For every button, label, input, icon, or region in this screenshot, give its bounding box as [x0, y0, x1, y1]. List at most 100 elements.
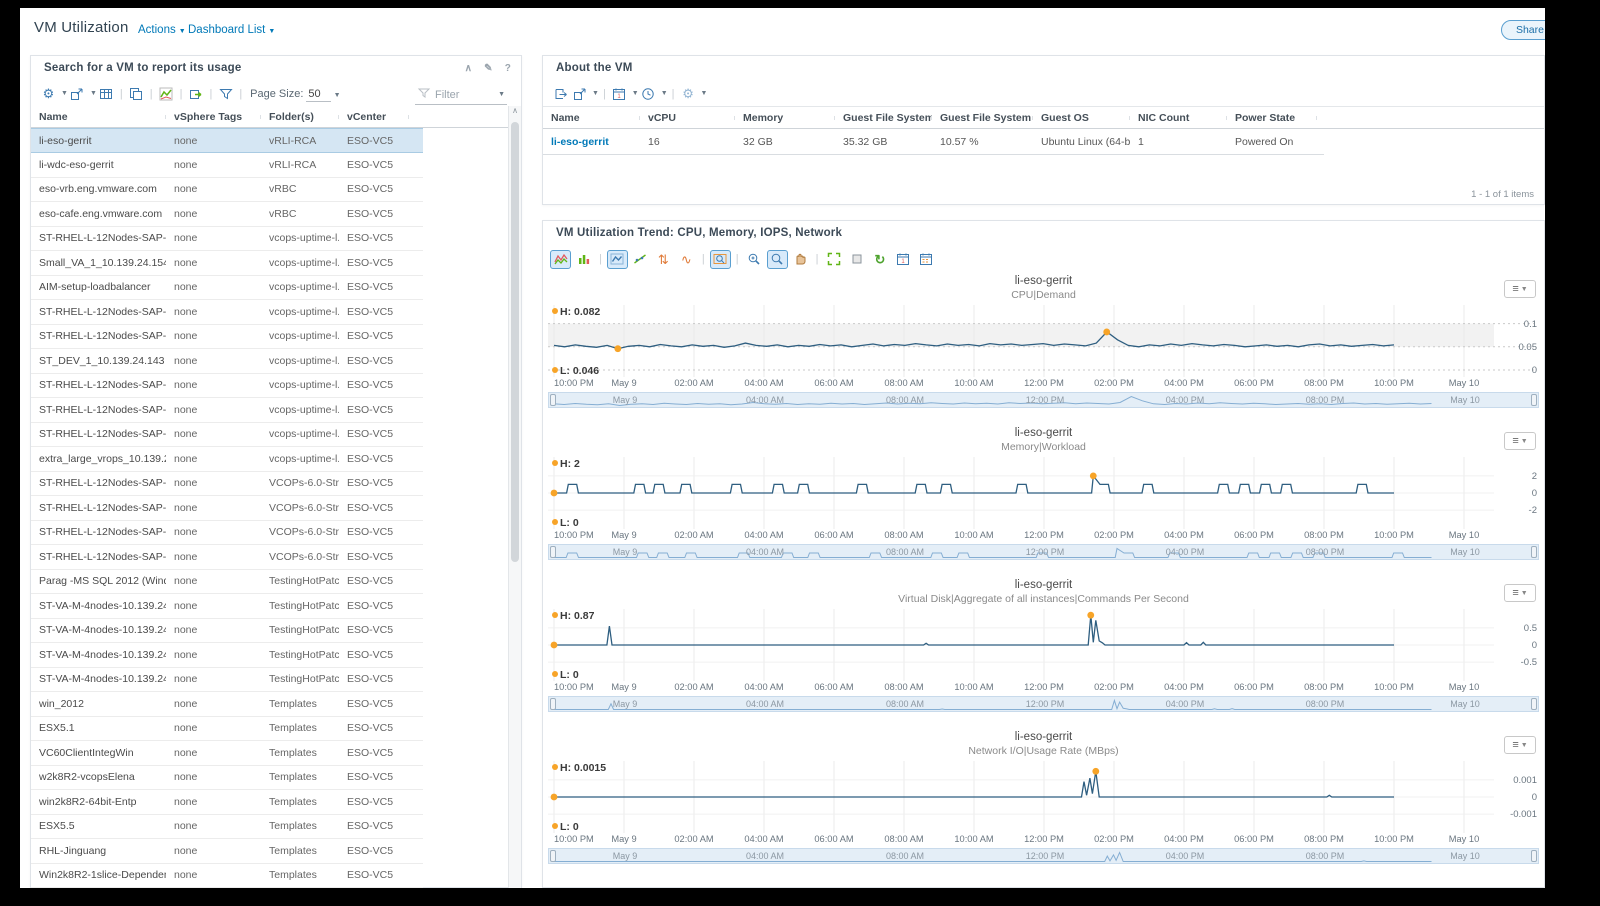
- scroll-up-icon[interactable]: ∧: [512, 106, 518, 115]
- about-column-header[interactable]: Guest File System Usage %: [932, 112, 1033, 124]
- overview-right-handle[interactable]: [1531, 850, 1537, 862]
- table-row[interactable]: Win2k8R2-1slice-Dependenc...noneTemplate…: [31, 864, 423, 889]
- table-row[interactable]: eso-cafe.eng.vmware.comnonevRBCESO-VC5: [31, 202, 423, 227]
- column-header-name[interactable]: Name: [31, 111, 166, 123]
- trend-line-icon[interactable]: [630, 250, 651, 269]
- table-row[interactable]: ST-RHEL-L-12Nodes-SAP-10...nonevcops-upt…: [31, 423, 423, 448]
- table-row[interactable]: ST-VA-M-4nodes-10.139.24...noneTestingHo…: [31, 668, 423, 693]
- table-row[interactable]: AIM-setup-loadbalancernonevcops-uptime-l…: [31, 276, 423, 301]
- filter-icon[interactable]: [217, 85, 234, 102]
- about-column-header[interactable]: Power State: [1227, 112, 1317, 124]
- actions-menu[interactable]: Actions▼: [138, 24, 186, 36]
- about-column-header[interactable]: Memory: [735, 112, 835, 124]
- table-row[interactable]: Small_VA_1_10.139.24.154nonevcops-uptime…: [31, 251, 423, 276]
- table-row[interactable]: ST-VA-M-4nodes-10.139.24...noneTestingHo…: [31, 619, 423, 644]
- chart-plot-area[interactable]: H: 0.0015L: 00.0010-0.001: [548, 761, 1539, 833]
- gear-icon[interactable]: ⚙: [40, 85, 57, 102]
- about-column-header[interactable]: Guest File System Capacity: [835, 112, 932, 124]
- table-row[interactable]: li-wdc-eso-gerritnonevRLI-RCAESO-VC5: [31, 153, 423, 178]
- anomaly-wave-icon[interactable]: ∿: [676, 250, 697, 269]
- overview-right-handle[interactable]: [1531, 546, 1537, 558]
- chart-plot-area[interactable]: H: 2L: 020-2: [548, 457, 1539, 529]
- table-row[interactable]: li-eso-gerritnonevRLI-RCAESO-VC5: [31, 128, 423, 153]
- gear-icon[interactable]: ⚙: [680, 85, 697, 102]
- chart-plot-area[interactable]: H: 0.082L: 0.0460.10.050: [548, 305, 1539, 377]
- table-row[interactable]: extra_large_vrops_10.139.2...nonevcops-u…: [31, 447, 423, 472]
- table-row[interactable]: ST-RHEL-L-12Nodes-SAP-10...noneVCOPs-6.0…: [31, 472, 423, 497]
- table-row[interactable]: ST-VA-M-4nodes-10.139.24...noneTestingHo…: [31, 643, 423, 668]
- overview-right-handle[interactable]: [1531, 394, 1537, 406]
- table-row[interactable]: eso-vrb.eng.vmware.comnonevRBCESO-VC5: [31, 178, 423, 203]
- calendar-icon[interactable]: 1: [611, 85, 628, 102]
- chart-overview-band[interactable]: May 904:00 AM08:00 AM12:00 PM04:00 PM08:…: [548, 392, 1539, 408]
- zoom-in-icon[interactable]: [744, 250, 765, 269]
- date-range-icon[interactable]: [915, 250, 936, 269]
- chart-overview-band[interactable]: May 904:00 AM08:00 AM12:00 PM04:00 PM08:…: [548, 544, 1539, 560]
- table-row[interactable]: ST-RHEL-L-12Nodes-SAP-10...noneVCOPs-6.0…: [31, 545, 423, 570]
- about-column-header[interactable]: vCPU: [640, 112, 735, 124]
- scrollbar-thumb[interactable]: [511, 122, 519, 562]
- pan-hand-icon[interactable]: [790, 250, 811, 269]
- column-header-vsphere-tags[interactable]: vSphere Tags: [166, 111, 261, 123]
- chart-overview-band[interactable]: May 904:00 AM08:00 AM12:00 PM04:00 PM08:…: [548, 696, 1539, 712]
- table-row[interactable]: win_2012noneTemplatesESO-VC5: [31, 692, 423, 717]
- table-row[interactable]: ST-RHEL-L-12Nodes-SAP-10...noneVCOPs-6.0…: [31, 496, 423, 521]
- zoom-region-icon[interactable]: [710, 250, 731, 269]
- table-row[interactable]: ESX5.1noneTemplatesESO-VC5: [31, 717, 423, 742]
- table-row[interactable]: w2k8R2-vcopsElenanoneTemplatesESO-VC5: [31, 766, 423, 791]
- table-row[interactable]: ST-RHEL-L-12Nodes-SAP-10...nonevcops-upt…: [31, 300, 423, 325]
- table-row[interactable]: ST-RHEL-L-12Nodes-SAP-10...nonevcops-upt…: [31, 325, 423, 350]
- chart-menu-button[interactable]: ≡▼: [1504, 584, 1536, 602]
- refresh-icon[interactable]: ↻: [869, 250, 890, 269]
- about-column-header[interactable]: Guest OS: [1033, 112, 1130, 124]
- column-header-vcenter[interactable]: vCenter: [339, 111, 409, 123]
- overview-right-handle[interactable]: [1531, 698, 1537, 710]
- about-column-header[interactable]: Name: [543, 112, 640, 124]
- collapse-icon[interactable]: ∧: [465, 63, 473, 74]
- overview-left-handle[interactable]: [550, 394, 556, 406]
- export-icon[interactable]: [552, 85, 569, 102]
- table-row[interactable]: ST-RHEL-L-12Nodes-SAP-10...nonevcops-upt…: [31, 398, 423, 423]
- chart-plot-area[interactable]: H: 0.87L: 00.50-0.5: [548, 609, 1539, 681]
- table-row[interactable]: ST-RHEL-L-12Nodes-SAP-10...nonevcops-upt…: [31, 374, 423, 399]
- chart-icon[interactable]: [158, 85, 175, 102]
- vertical-scrollbar[interactable]: ∧: [508, 106, 521, 888]
- bar-chart-icon[interactable]: [573, 250, 594, 269]
- help-icon[interactable]: ?: [505, 63, 511, 74]
- table-row[interactable]: RHL-JinguangnoneTemplatesESO-VC5: [31, 839, 423, 864]
- datagrid-icon[interactable]: [98, 85, 115, 102]
- chart-menu-button[interactable]: ≡▼: [1504, 280, 1536, 298]
- fullscreen-icon[interactable]: [823, 250, 844, 269]
- table-row[interactable]: win2k8R2-64bit-EntpnoneTemplatesESO-VC5: [31, 790, 423, 815]
- chart-menu-button[interactable]: ≡▼: [1504, 432, 1536, 450]
- clock-icon[interactable]: [640, 85, 657, 102]
- vm-name-link[interactable]: li-eso-gerrit: [543, 136, 640, 148]
- overview-left-handle[interactable]: [550, 698, 556, 710]
- overview-left-handle[interactable]: [550, 850, 556, 862]
- filter-input[interactable]: Filter ▼: [415, 85, 507, 105]
- split-view-icon[interactable]: [846, 250, 867, 269]
- about-column-header[interactable]: NIC Count: [1130, 112, 1227, 124]
- table-row[interactable]: Parag -MS SQL 2012 (Windo...noneTestingH…: [31, 570, 423, 595]
- resize-icon[interactable]: [69, 85, 86, 102]
- table-row[interactable]: ESX5.5noneTemplatesESO-VC5: [31, 815, 423, 840]
- chart-overview-band[interactable]: May 904:00 AM08:00 AM12:00 PM04:00 PM08:…: [548, 848, 1539, 864]
- share-button[interactable]: Share: [1501, 20, 1545, 40]
- zoom-selection-icon[interactable]: [767, 250, 788, 269]
- line-chart-icon[interactable]: [607, 250, 628, 269]
- dashboard-list-menu[interactable]: Dashboard List▼: [188, 24, 275, 36]
- date-icon[interactable]: 1: [892, 250, 913, 269]
- table-row[interactable]: ST-RHEL-L-12Nodes-SAP-10...noneVCOPs-6.0…: [31, 521, 423, 546]
- column-header-folder-s-[interactable]: Folder(s): [261, 111, 339, 123]
- table-row[interactable]: ST_DEV_1_10.139.24.143nonevcops-uptime-l…: [31, 349, 423, 374]
- compare-arrows-icon[interactable]: ⇅: [653, 250, 674, 269]
- table-row[interactable]: ST-VA-M-4nodes-10.139.24...noneTestingHo…: [31, 594, 423, 619]
- overview-left-handle[interactable]: [550, 546, 556, 558]
- copy-icon[interactable]: [128, 85, 145, 102]
- chart-menu-button[interactable]: ≡▼: [1504, 736, 1536, 754]
- table-row[interactable]: ST-RHEL-L-12Nodes-SAP-10...nonevcops-upt…: [31, 227, 423, 252]
- resize-icon[interactable]: [571, 85, 588, 102]
- table-row[interactable]: VC60ClientIntegWinnoneTemplatesESO-VC5: [31, 741, 423, 766]
- send-to-icon[interactable]: [187, 85, 204, 102]
- page-size-select[interactable]: Page Size:50▼: [250, 88, 340, 100]
